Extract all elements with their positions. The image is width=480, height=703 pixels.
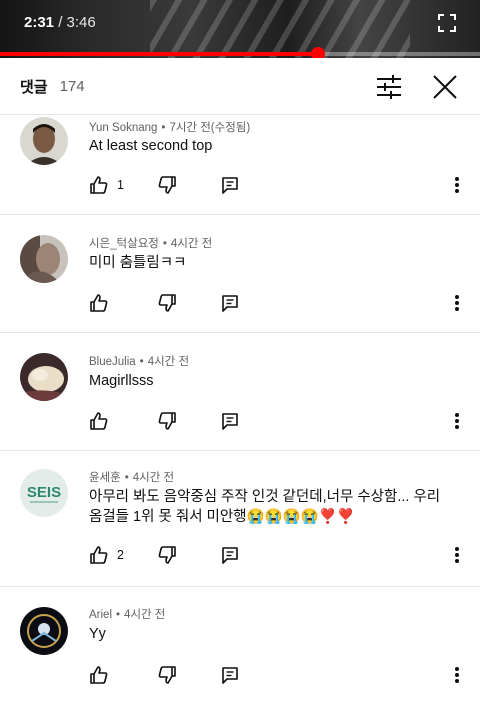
- comment-author[interactable]: Yun Soknang: [89, 122, 157, 134]
- like-button[interactable]: [89, 663, 117, 687]
- thumbs-up-icon: [90, 666, 108, 684]
- like-count: 2: [117, 548, 124, 562]
- comment-time: 7시간 전(수정됨): [169, 122, 251, 134]
- thumbs-down-icon: [158, 666, 176, 684]
- total-time: 3:46: [66, 14, 96, 31]
- more-options-icon[interactable]: [454, 663, 460, 687]
- like-button[interactable]: 1: [89, 173, 124, 197]
- comment-text: 아무리 봐도 음악중심 주작 인것 같던데,너무 수상함... 우리 옴걸들 1…: [89, 489, 441, 525]
- thumbs-down-icon: [158, 294, 176, 312]
- time-display: 2:31 / 3:46: [24, 14, 96, 31]
- like-count: 1: [117, 178, 124, 192]
- comment-meta: Yun Soknang • 7시간 전(수정됨): [89, 122, 251, 134]
- cat-photo-avatar[interactable]: [20, 353, 68, 401]
- comment-time: 4시간 전: [147, 356, 190, 368]
- dislike-button[interactable]: [157, 543, 177, 567]
- comment-list: Yun Soknang • 7시간 전(수정됨) At least second t…: [0, 115, 480, 702]
- comment-time: 4시간 전: [170, 238, 213, 250]
- current-time: 2:31: [24, 14, 55, 31]
- close-icon[interactable]: [432, 74, 458, 100]
- dislike-button[interactable]: [157, 663, 177, 687]
- person-portrait-avatar[interactable]: [20, 117, 68, 165]
- comments-title: 댓글: [20, 78, 48, 96]
- reply-icon: [222, 667, 238, 684]
- comment-meta: 윤세훈 • 4시간 전: [89, 472, 175, 484]
- comment-text: Magirllsss: [89, 373, 154, 389]
- more-options-icon[interactable]: [454, 291, 460, 315]
- comment-item: Yun Soknang • 7시간 전(수정됨) At least second t…: [0, 115, 480, 215]
- reply-button[interactable]: [220, 291, 240, 315]
- comment-author[interactable]: 윤세훈: [89, 472, 121, 484]
- more-options-icon[interactable]: [454, 173, 460, 197]
- comment-item: BlueJulia • 4시간 전 Magirllsss: [0, 333, 480, 451]
- like-button[interactable]: [89, 409, 117, 433]
- thumbs-down-icon: [158, 412, 176, 430]
- reply-button[interactable]: [220, 409, 240, 433]
- thumbs-down-icon: [158, 546, 176, 564]
- reply-icon: [222, 295, 238, 312]
- comment-text: At least second top: [89, 138, 213, 154]
- comment-author[interactable]: Ariel: [89, 609, 112, 621]
- comment-author[interactable]: 시은_턱살요정: [89, 238, 159, 250]
- video-player[interactable]: 2:31 / 3:46: [0, 0, 480, 58]
- comment-text: Yy: [89, 626, 106, 642]
- reply-icon: [222, 177, 238, 194]
- comment-meta: Ariel • 4시간 전: [89, 609, 166, 621]
- dark-photo-avatar[interactable]: [20, 235, 68, 283]
- thumbs-up-icon: [90, 294, 108, 312]
- fullscreen-icon[interactable]: [438, 14, 456, 32]
- dislike-button[interactable]: [157, 409, 177, 433]
- dislike-button[interactable]: [157, 291, 177, 315]
- comments-header: 댓글 174: [0, 58, 480, 115]
- comment-actions: [89, 291, 480, 315]
- comment-time: 4시간 전: [124, 609, 166, 621]
- comment-item: Ariel • 4시간 전 Yy: [0, 587, 480, 702]
- more-options-icon[interactable]: [454, 409, 460, 433]
- reply-button[interactable]: [220, 543, 240, 567]
- comment-meta: BlueJulia • 4시간 전: [89, 356, 190, 368]
- reply-button[interactable]: [220, 663, 240, 687]
- comment-actions: 1: [89, 173, 480, 197]
- seis-logo-avatar[interactable]: SEIS: [20, 469, 68, 517]
- comment-actions: [89, 409, 480, 433]
- reply-icon: [222, 413, 238, 430]
- progress-bar[interactable]: [0, 47, 480, 58]
- thumbs-down-icon: [158, 176, 176, 194]
- progress-fill: [0, 52, 318, 56]
- svg-text:SEIS: SEIS: [27, 484, 61, 501]
- comment-meta: 시은_턱살요정 • 4시간 전: [89, 238, 213, 250]
- like-button[interactable]: [89, 291, 117, 315]
- more-options-icon[interactable]: [454, 543, 460, 567]
- comment-author[interactable]: BlueJulia: [89, 356, 136, 368]
- reply-button[interactable]: [220, 173, 240, 197]
- comment-item: 시은_턱살요정 • 4시간 전 미미 춤틀림ㅋㅋ: [0, 215, 480, 333]
- comment-time: 4시간 전: [132, 472, 175, 484]
- video-frame-detail: [150, 0, 410, 58]
- reply-icon: [222, 547, 238, 564]
- sort-filter-icon[interactable]: [376, 75, 402, 99]
- thumbs-up-icon: [90, 412, 108, 430]
- comments-count: 174: [59, 77, 85, 95]
- comment-actions: 2: [89, 543, 480, 567]
- like-button[interactable]: 2: [89, 543, 124, 567]
- comment-text: 미미 춤틀림ㅋㅋ: [89, 255, 187, 271]
- thumbs-up-icon: [90, 176, 108, 194]
- dislike-button[interactable]: [157, 173, 177, 197]
- comment-actions: [89, 663, 480, 687]
- thumbs-up-icon: [90, 546, 108, 564]
- emblem-avatar[interactable]: [20, 607, 68, 655]
- comment-item: SEIS 윤세훈 • 4시간 전 아무리 봐도 음악중심 주작 인것 같던데,너무 …: [0, 451, 480, 587]
- time-separator: /: [54, 14, 67, 31]
- progress-scrubber[interactable]: [310, 47, 325, 58]
